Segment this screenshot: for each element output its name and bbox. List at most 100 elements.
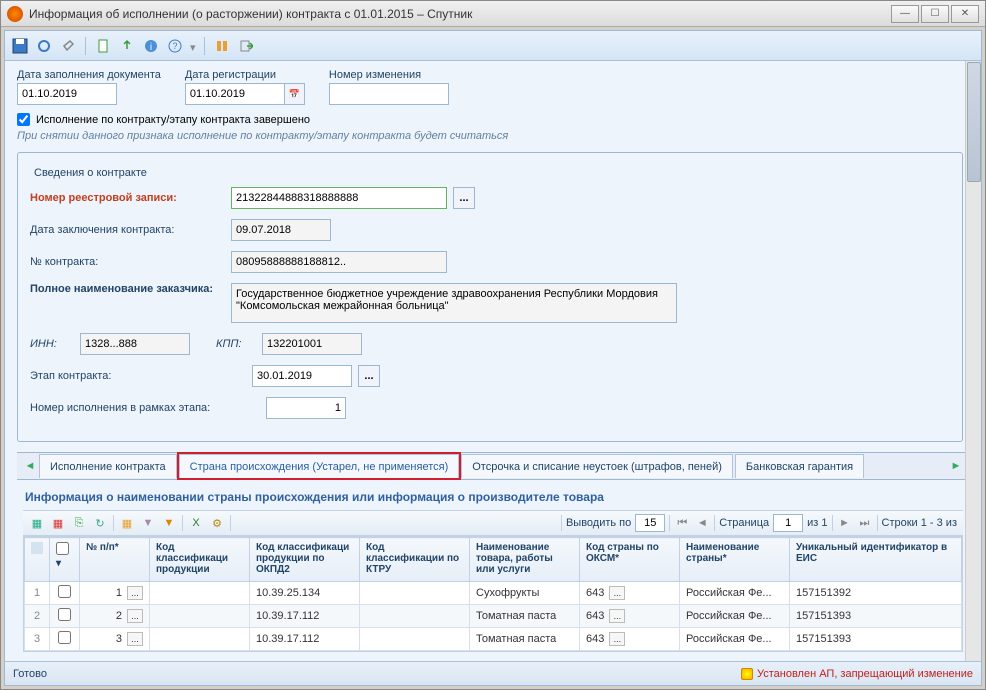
refresh-icon[interactable] <box>35 37 53 55</box>
row-checkbox[interactable] <box>58 608 71 621</box>
warning-icon <box>741 668 753 680</box>
grid-menu-icon[interactable] <box>31 542 43 554</box>
show-by-label: Выводить по <box>566 517 631 529</box>
reg-num-input[interactable] <box>231 187 447 209</box>
page-last-icon[interactable]: ⏭ <box>857 515 873 531</box>
pager: Выводить по ⏮ ◄ Страница из 1 ► ⏭ Строки… <box>561 514 957 532</box>
col-eis-id[interactable]: Уникальный идентификатор в ЕИС <box>790 538 962 582</box>
vertical-scrollbar[interactable] <box>965 61 981 661</box>
doc-icon[interactable] <box>94 37 112 55</box>
table-row[interactable]: 2 2 ... 10.39.17.112 Томатная паста 643 … <box>25 605 962 628</box>
tab-guarantee[interactable]: Банковская гарантия <box>735 454 864 478</box>
collapse-icon[interactable]: ▦ <box>119 515 135 531</box>
lookup-button[interactable]: ... <box>609 586 625 600</box>
change-num-label: Номер изменения <box>329 69 449 81</box>
svg-text:?: ? <box>172 41 177 51</box>
reg-num-label: Номер реестровой записи: <box>30 192 225 204</box>
reg-date-input[interactable] <box>185 83 285 105</box>
main-toolbar: i ? ▾ <box>5 31 981 61</box>
maximize-button[interactable]: ☐ <box>921 5 949 23</box>
fieldset-legend: Сведения о контракте <box>30 167 151 179</box>
col-class3[interactable]: Код классификации по КТРУ <box>360 538 470 582</box>
filter-icon[interactable]: ▼ <box>140 515 156 531</box>
clear-filter-icon[interactable]: ▼ <box>161 515 177 531</box>
page-next-icon[interactable]: ► <box>837 515 853 531</box>
inn-label: ИНН: <box>30 338 74 350</box>
calendar-icon[interactable]: 📅 <box>285 83 305 105</box>
col-country-name[interactable]: Наименование страны* <box>680 538 790 582</box>
completion-checkbox[interactable] <box>17 113 30 126</box>
row-checkbox[interactable] <box>58 631 71 644</box>
customer-textarea: Государственное бюджетное учреждение здр… <box>231 283 677 323</box>
col-country-code[interactable]: Код страны по ОКСМ* <box>580 538 680 582</box>
settings-icon[interactable]: ⚙ <box>209 515 225 531</box>
contract-num-input <box>231 251 447 273</box>
table-row[interactable]: 3 3 ... 10.39.17.112 Томатная паста 643 … <box>25 628 962 651</box>
reload-icon[interactable]: ↻ <box>92 515 108 531</box>
contract-num-label: № контракта: <box>30 256 225 268</box>
export-excel-icon[interactable]: X <box>188 515 204 531</box>
tab-nav-left[interactable]: ◄ <box>21 455 39 477</box>
contract-date-label: Дата заключения контракта: <box>30 224 225 236</box>
lookup-button[interactable]: ... <box>127 632 143 646</box>
rows-label: Строки 1 - 3 из <box>882 517 958 529</box>
copy-row-icon[interactable]: ⎘ <box>71 515 87 531</box>
change-num-input[interactable] <box>329 83 449 105</box>
delete-row-icon[interactable]: ▦ <box>50 515 66 531</box>
svg-text:i: i <box>150 42 152 53</box>
fill-date-input[interactable] <box>17 83 117 105</box>
app-icon <box>7 6 23 22</box>
reg-num-lookup[interactable]: ... <box>453 187 475 209</box>
status-ready: Готово <box>13 668 47 680</box>
status-warning: Установлен АП, запрещающий изменение <box>741 668 973 680</box>
stage-input[interactable] <box>252 365 352 387</box>
tab-nav-right[interactable]: ► <box>947 455 965 477</box>
lookup-button[interactable]: ... <box>609 632 625 646</box>
column-icon[interactable] <box>213 37 231 55</box>
kpp-input <box>262 333 362 355</box>
status-warning-text: Установлен АП, запрещающий изменение <box>757 668 973 680</box>
tabs-bar: ◄ Исполнение контракта Страна происхожде… <box>17 452 969 480</box>
app-window: Информация об исполнении (о расторжении)… <box>0 0 986 690</box>
completion-label: Исполнение по контракту/этапу контракта … <box>36 114 310 126</box>
help-icon[interactable]: ? <box>166 37 184 55</box>
titlebar: Информация об исполнении (о расторжении)… <box>1 1 985 27</box>
show-by-input[interactable] <box>635 514 665 532</box>
col-product-name[interactable]: Наименование товара, работы или услуги <box>470 538 580 582</box>
note-text: При снятии данного признака исполнение п… <box>17 130 969 142</box>
save-icon[interactable] <box>11 37 29 55</box>
select-all-checkbox[interactable] <box>56 542 69 555</box>
col-num[interactable]: № п/п* <box>80 538 150 582</box>
exec-num-input[interactable] <box>266 397 346 419</box>
col-class2[interactable]: Код классификаци продукции по ОКПД2 <box>250 538 360 582</box>
table-row[interactable]: 1 1 ... 10.39.25.134 Сухофрукты 643 ... … <box>25 582 962 605</box>
tab-country[interactable]: Страна происхождения (Устарел, не примен… <box>179 454 460 478</box>
form-area: Дата заполнения документа Дата регистрац… <box>5 61 981 661</box>
page-prev-icon[interactable]: ◄ <box>694 515 710 531</box>
close-button[interactable]: ✕ <box>951 5 979 23</box>
tab-execution[interactable]: Исполнение контракта <box>39 454 177 478</box>
window-title: Информация об исполнении (о расторжении)… <box>29 7 891 21</box>
tab-penalties[interactable]: Отсрочка и списание неустоек (штрафов, п… <box>461 454 733 478</box>
lookup-button[interactable]: ... <box>609 609 625 623</box>
page-label: Страница <box>719 517 769 529</box>
col-class1[interactable]: Код классификаци продукции <box>150 538 250 582</box>
stage-lookup[interactable]: ... <box>358 365 380 387</box>
exit-icon[interactable] <box>237 37 255 55</box>
page-input[interactable] <box>773 514 803 532</box>
lookup-button[interactable]: ... <box>127 586 143 600</box>
contract-date-input <box>231 219 331 241</box>
attach-icon[interactable] <box>59 37 77 55</box>
inn-input <box>80 333 190 355</box>
content-pane: i ? ▾ Дата заполнения документа Дата рег… <box>4 30 982 686</box>
export-icon[interactable] <box>118 37 136 55</box>
add-row-icon[interactable]: ▦ <box>29 515 45 531</box>
page-first-icon[interactable]: ⏮ <box>674 515 690 531</box>
page-of: из 1 <box>807 517 827 529</box>
row-checkbox[interactable] <box>58 585 71 598</box>
exec-num-label: Номер исполнения в рамках этапа: <box>30 402 260 414</box>
customer-label: Полное наименование заказчика: <box>30 283 225 295</box>
info-icon[interactable]: i <box>142 37 160 55</box>
minimize-button[interactable]: — <box>891 5 919 23</box>
lookup-button[interactable]: ... <box>127 609 143 623</box>
